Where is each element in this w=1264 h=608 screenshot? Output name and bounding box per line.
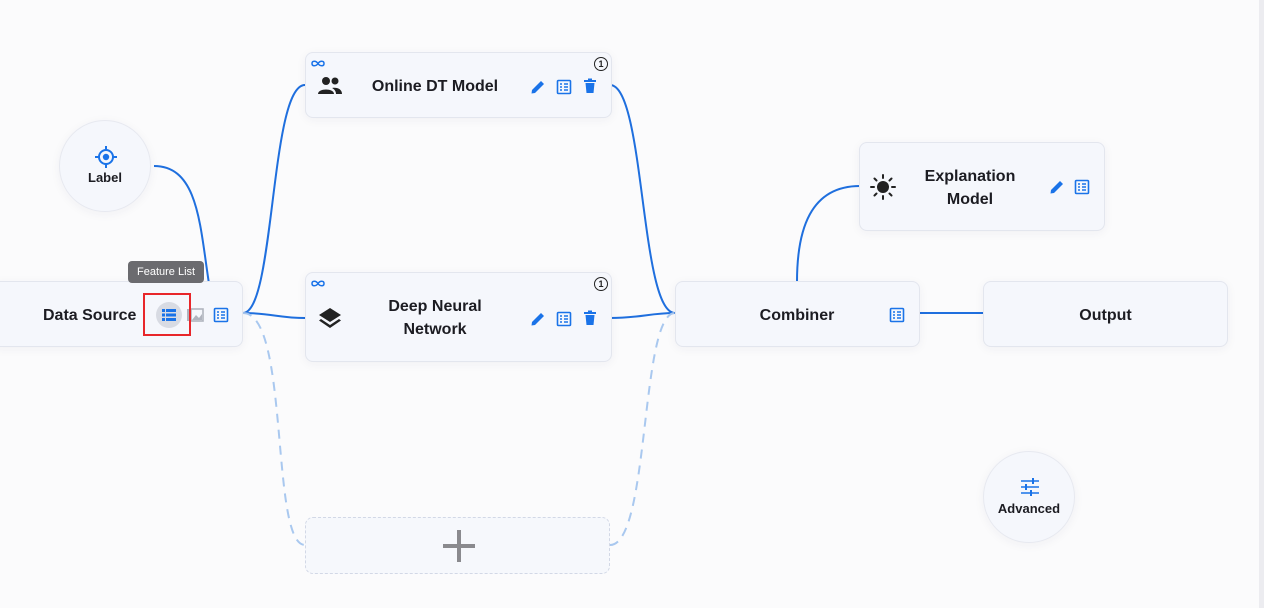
sliders-icon [1021,478,1039,496]
edit-icon[interactable] [1049,179,1065,195]
feature-list-tooltip: Feature List [128,261,205,283]
output-node[interactable]: Output [983,281,1228,347]
link-dnn-to-combiner [609,312,676,319]
table-icon[interactable] [1074,179,1090,195]
output-title: Output [1079,307,1132,324]
data-source-node[interactable]: Data Source [0,281,243,347]
table-icon[interactable] [556,311,572,327]
link-datasource-to-dnn [242,312,306,319]
deep-neural-network-title-line2: Network [403,321,467,338]
deep-neural-network-badge: 1 [594,277,608,291]
online-dt-model-node[interactable]: 1 Online DT Model [305,52,612,118]
pipeline-canvas: Label Data Source Feature List 1 Online … [0,0,1264,608]
delete-icon[interactable] [583,310,597,326]
data-source-title: Data Source [43,307,137,324]
infinity-icon [311,280,325,287]
sun-icon [870,174,896,200]
layers-icon [319,308,341,328]
link-combiner-to-explanation [796,185,861,283]
people-icon [318,77,342,94]
combiner-title: Combiner [759,307,835,324]
table-icon[interactable] [556,79,572,95]
explanation-model-title: Explanation Model [904,165,1036,211]
plus-icon [443,530,475,562]
table-icon[interactable] [889,307,905,323]
target-icon [95,146,117,168]
explanation-model-title-line2: Model [946,191,994,208]
explanation-model-title-line1: Explanation [924,168,1016,185]
link-datasource-to-add [242,312,306,546]
delete-icon[interactable] [583,78,597,94]
advanced-button[interactable]: Advanced [983,451,1075,543]
deep-neural-network-node[interactable]: 1 Deep Neural Network [305,272,612,362]
link-add-to-combiner [609,312,676,546]
edit-icon[interactable] [530,311,546,327]
add-model-button[interactable] [305,517,610,574]
edit-icon[interactable] [530,79,546,95]
online-dt-model-title: Online DT Model [371,78,499,95]
deep-neural-network-title: Deep Neural Network [356,295,514,341]
explanation-model-node[interactable]: Explanation Model [859,142,1105,231]
highlight-box [143,293,191,336]
deep-neural-network-title-line1: Deep Neural [388,298,482,315]
combiner-node[interactable]: Combiner [675,281,920,347]
link-datasource-to-online-dt [242,84,306,314]
window-edge [1259,0,1264,608]
infinity-icon [311,60,325,67]
link-online-dt-to-combiner [609,84,676,314]
label-node-label: Label [88,170,122,185]
advanced-label: Advanced [997,501,1061,516]
table-icon[interactable] [213,307,229,323]
online-dt-model-badge: 1 [594,57,608,71]
label-node[interactable]: Label [59,120,151,212]
